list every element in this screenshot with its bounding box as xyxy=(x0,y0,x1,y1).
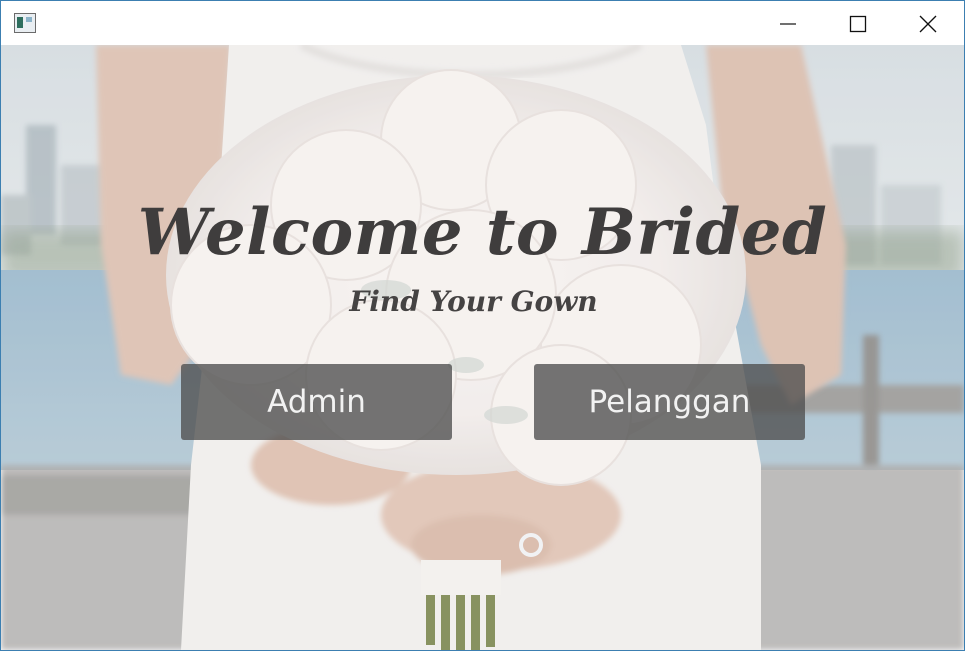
minimize-button[interactable] xyxy=(753,1,823,45)
pelanggan-button-label: Pelanggan xyxy=(588,384,751,420)
app-window: Welcome to Brided Find Your Gown Admin P… xyxy=(0,0,965,651)
app-icon xyxy=(14,13,36,33)
close-button[interactable] xyxy=(893,1,963,45)
welcome-subtitle: Find Your Gown xyxy=(349,285,598,318)
title-bar[interactable] xyxy=(1,1,964,45)
pelanggan-button[interactable]: Pelanggan xyxy=(534,364,805,440)
main-content: Welcome to Brided Find Your Gown Admin P… xyxy=(1,45,964,650)
close-icon xyxy=(919,15,937,33)
welcome-title: Welcome to Brided xyxy=(137,195,828,270)
minimize-icon xyxy=(780,23,796,25)
admin-button[interactable]: Admin xyxy=(181,364,452,440)
maximize-button[interactable] xyxy=(823,1,893,45)
admin-button-label: Admin xyxy=(267,384,366,420)
background-photo xyxy=(1,45,964,650)
maximize-icon xyxy=(849,15,867,33)
